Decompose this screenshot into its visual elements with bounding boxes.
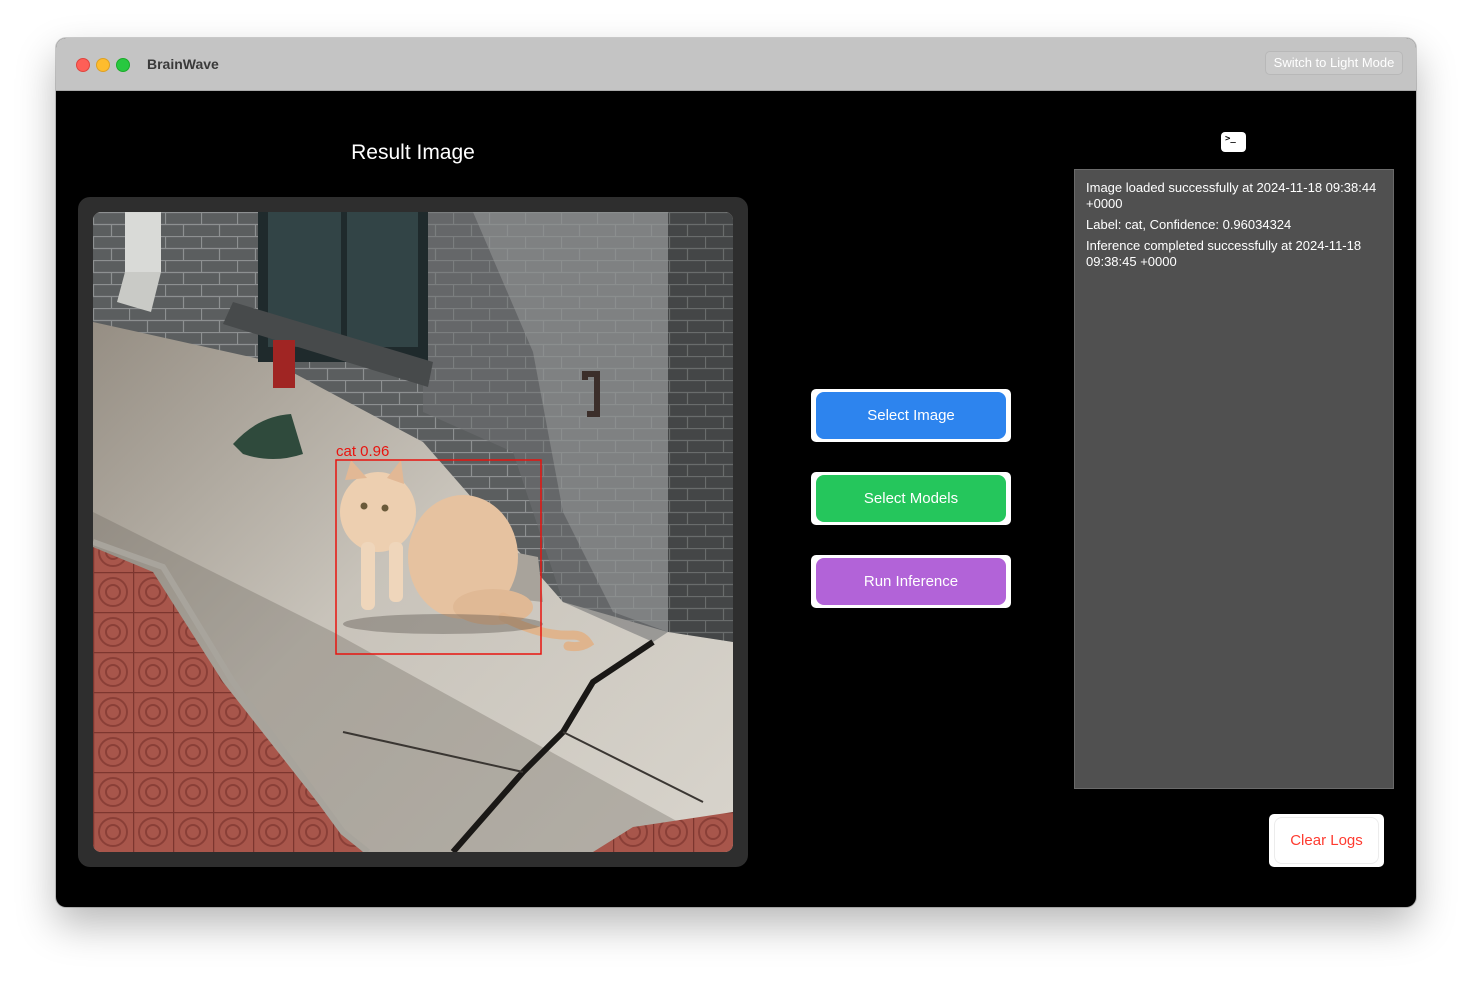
select-image-button[interactable]: Select Image <box>811 389 1011 442</box>
zoom-window-button[interactable] <box>116 58 130 72</box>
run-inference-button[interactable]: Run Inference <box>811 555 1011 608</box>
clear-logs-label: Clear Logs <box>1274 817 1379 864</box>
result-image: cat 0.96 <box>93 212 733 852</box>
select-image-label: Select Image <box>816 392 1006 439</box>
switch-theme-button[interactable]: Switch to Light Mode <box>1265 51 1403 75</box>
run-inference-label: Run Inference <box>816 558 1006 605</box>
log-line: Label: cat, Confidence: 0.96034324 <box>1086 217 1292 232</box>
minimize-window-button[interactable] <box>96 58 110 72</box>
log-line: Image loaded successfully at 2024-11-18 … <box>1086 180 1377 211</box>
select-models-label: Select Models <box>816 475 1006 522</box>
detection-label: cat 0.96 <box>336 443 389 460</box>
window-title: BrainWave <box>147 56 219 72</box>
close-window-button[interactable] <box>76 58 90 72</box>
result-image-title: Result Image <box>351 141 475 164</box>
clear-logs-button[interactable]: Clear Logs <box>1269 814 1384 867</box>
app-window: BrainWave Switch to Light Mode Result Im… <box>56 38 1416 907</box>
log-panel[interactable]: Image loaded successfully at 2024-11-18 … <box>1074 169 1394 789</box>
title-bar: BrainWave Switch to Light Mode <box>56 38 1416 91</box>
log-line: Inference completed successfully at 2024… <box>1086 238 1362 269</box>
terminal-icon: >_ <box>1221 132 1246 152</box>
result-image-frame: cat 0.96 <box>78 197 748 867</box>
select-models-button[interactable]: Select Models <box>811 472 1011 525</box>
